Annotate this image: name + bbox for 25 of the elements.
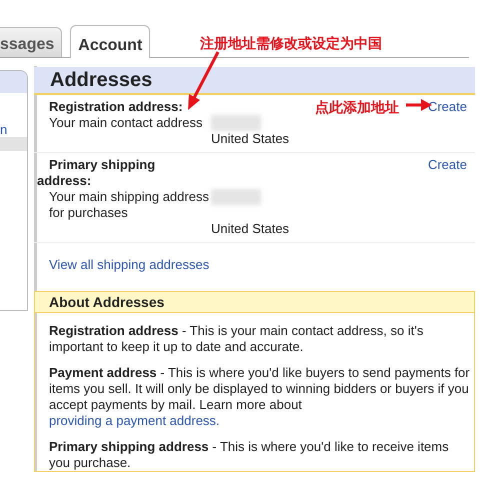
annotation-text: 点此添加地址 bbox=[315, 98, 399, 117]
address-description: Your main shipping address for purchases bbox=[48, 189, 210, 221]
redaction-blur bbox=[211, 115, 261, 131]
section-title: Addresses bbox=[34, 67, 475, 95]
payment-address-link[interactable]: providing a payment address. bbox=[49, 412, 220, 428]
create-link[interactable]: Create bbox=[428, 99, 467, 115]
tab[interactable]: Account bbox=[70, 25, 150, 58]
create-link[interactable]: Create bbox=[428, 157, 467, 173]
redaction-blur bbox=[211, 189, 261, 205]
tab[interactable]: ssages bbox=[0, 27, 62, 57]
address-description: Your main contact address bbox=[48, 115, 204, 131]
sidebar-item[interactable] bbox=[0, 137, 27, 151]
annotation-text: 注册地址需修改或设定为中国 bbox=[200, 34, 382, 53]
sidebar-item[interactable]: n bbox=[0, 123, 27, 137]
info-paragraph: Payment address - This is where you'd like buyers to send payments for items you sell. It will only be displayed to winning bidders or buyers if you accept payments by mail. Learn more about providing a payment address. bbox=[48, 364, 471, 428]
arrow-annotation bbox=[186, 50, 222, 112]
info-paragraph: Registration address - This is your main contact address, so it's important to keep it up to date and accurate. bbox=[48, 322, 424, 354]
info-title: About Addresses bbox=[35, 292, 474, 312]
view-all-link[interactable]: View all shipping addresses bbox=[49, 257, 210, 273]
country-text: United States bbox=[210, 221, 290, 237]
address-label: Primary shipping address: bbox=[37, 157, 156, 189]
address-label: Registration address: bbox=[48, 99, 184, 115]
country-text: United States bbox=[210, 131, 290, 147]
info-paragraph: Primary shipping address - This is where you'd like to receive items you purchase. bbox=[48, 438, 450, 470]
sidebar-header bbox=[0, 71, 27, 93]
